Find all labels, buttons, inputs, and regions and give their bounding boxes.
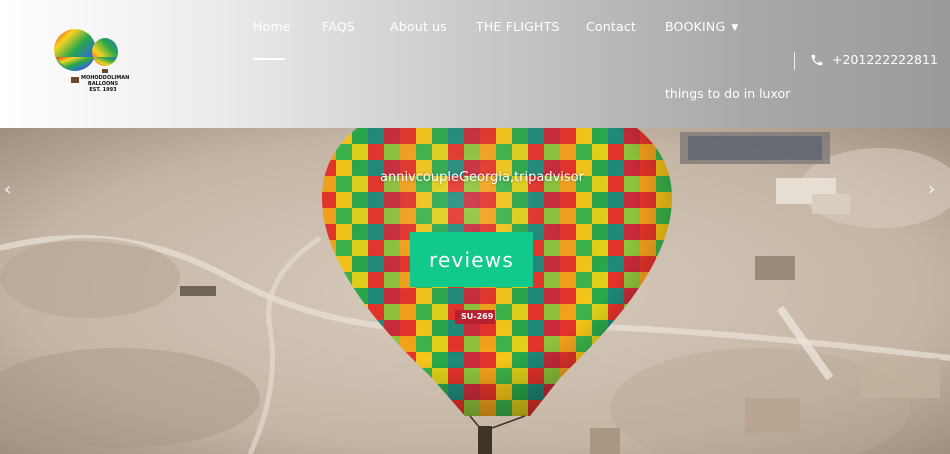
slider-next-arrow[interactable]: ›: [928, 180, 935, 200]
nav-the-flights[interactable]: THE FLIGHTS: [476, 17, 560, 37]
balloon-marking: SU-269: [461, 312, 494, 321]
chevron-down-icon: ▼: [731, 23, 739, 33]
nav-booking-label: BOOKING: [665, 19, 726, 34]
nav-things-to-do-in-luxor[interactable]: things to do in luxor: [665, 84, 790, 104]
reviews-button[interactable]: reviews: [410, 232, 533, 287]
logo-text-line3: EST. 1993: [89, 87, 117, 93]
nav-about-us[interactable]: About us: [390, 17, 447, 37]
hero-slider: SU-269 ‹ › annivcoupleGeorgia,tripadviso…: [0, 128, 950, 454]
slider-prev-arrow[interactable]: ‹: [4, 180, 11, 200]
header-divider: [794, 52, 795, 70]
phone-number-link[interactable]: +201222222811: [832, 50, 938, 70]
hero-caption: annivcoupleGeorgia,tripadvisor: [380, 170, 584, 185]
nav-home[interactable]: Home: [253, 17, 291, 37]
nav-active-indicator: [253, 58, 285, 60]
nav-contact[interactable]: Contact: [586, 17, 636, 37]
nav-faqs[interactable]: FAQS: [322, 17, 355, 37]
phone-icon: [811, 54, 823, 66]
nav-booking[interactable]: BOOKING ▼: [665, 17, 738, 37]
site-header: MOHODDOLIMAN BALLOONS EST. 1993 Home FAQ…: [0, 0, 950, 128]
brand-logo[interactable]: MOHODDOLIMAN BALLOONS EST. 1993: [50, 27, 129, 95]
